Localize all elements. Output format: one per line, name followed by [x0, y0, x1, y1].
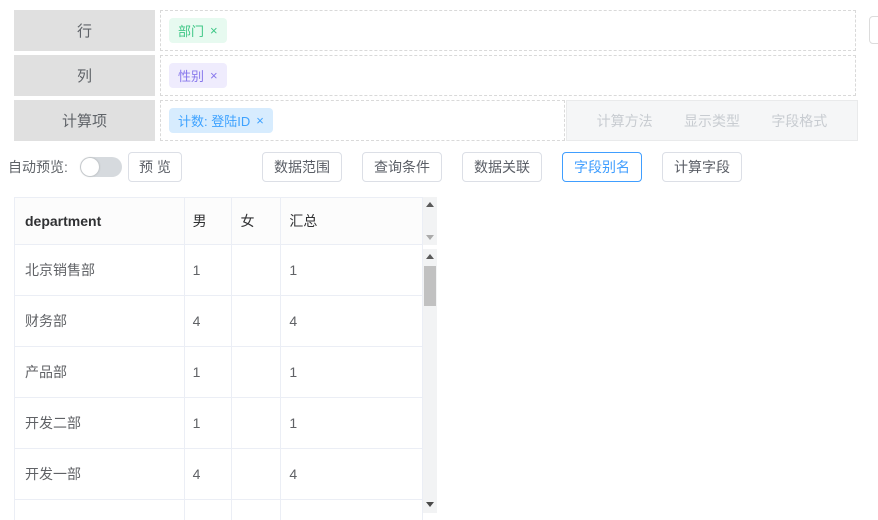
- cell-female: [232, 398, 281, 449]
- scroll-down-icon[interactable]: [426, 235, 434, 240]
- scrollbar-thumb[interactable]: [424, 266, 436, 306]
- cell-male: 1: [185, 398, 233, 449]
- cell-female: [232, 449, 281, 500]
- scroll-up-icon[interactable]: [426, 202, 434, 207]
- cell-department: 开发二部: [15, 398, 185, 449]
- table-row: 产品部 1 1: [14, 347, 423, 398]
- body-scrollbar[interactable]: [423, 249, 437, 513]
- table-row-partial: [14, 500, 423, 520]
- cell-total: 1: [281, 347, 423, 398]
- table-row: 开发一部 4 4: [14, 449, 423, 500]
- cell-total: [281, 500, 423, 520]
- col-header-female: 女: [232, 198, 281, 245]
- cell-department: 产品部: [15, 347, 185, 398]
- cell-male: 4: [185, 296, 233, 347]
- col-header-total: 汇总: [281, 198, 423, 245]
- cell-total: 4: [281, 449, 423, 500]
- query-condition-button[interactable]: 查询条件: [362, 152, 442, 182]
- cell-male: 1: [185, 245, 233, 296]
- col-header-male: 男: [185, 198, 233, 245]
- column-axis-dropzone[interactable]: 性别 ×: [160, 55, 856, 96]
- cell-female: [232, 245, 281, 296]
- measure-axis-dropzone[interactable]: 计数: 登陆ID ×: [160, 100, 565, 141]
- field-tag-text: 部门: [178, 21, 204, 40]
- calc-field-button[interactable]: 计算字段: [662, 152, 742, 182]
- field-tag-text: 性别: [178, 66, 204, 85]
- table-row: 财务部 4 4: [14, 296, 423, 347]
- preview-button[interactable]: 预 览: [128, 152, 182, 182]
- pivot-config-screen: 行 部门 × 列 性别 × 计算项 计数: 登陆ID × 计算方法 显示类型 字…: [0, 0, 878, 520]
- data-range-button[interactable]: 数据范围: [262, 152, 342, 182]
- measure-axis-label: 计算项: [14, 100, 155, 141]
- toggle-knob: [81, 158, 99, 176]
- cell-total: 1: [281, 398, 423, 449]
- cell-department: 财务部: [15, 296, 185, 347]
- field-format-button: 字段格式: [771, 111, 827, 131]
- row-axis-label: 行: [14, 10, 155, 51]
- row-axis-dropzone[interactable]: 部门 ×: [160, 10, 856, 51]
- cell-total: 1: [281, 245, 423, 296]
- cell-male: 4: [185, 449, 233, 500]
- table-header-row: department 男 女 汇总: [14, 197, 423, 245]
- cell-total: 4: [281, 296, 423, 347]
- field-tag-text: 计数: 登陆ID: [178, 111, 250, 130]
- table-row: 开发二部 1 1: [14, 398, 423, 449]
- column-axis-label: 列: [14, 55, 155, 96]
- cell-male: 1: [185, 347, 233, 398]
- scroll-down-icon[interactable]: [426, 502, 434, 507]
- field-tag-count-loginid[interactable]: 计数: 登陆ID ×: [169, 108, 273, 133]
- data-relation-button[interactable]: 数据关联: [462, 152, 542, 182]
- remove-tag-icon[interactable]: ×: [210, 68, 218, 83]
- cell-department: 北京销售部: [15, 245, 185, 296]
- remove-tag-icon[interactable]: ×: [210, 23, 218, 38]
- auto-preview-toggle[interactable]: [80, 157, 122, 177]
- field-tag-gender[interactable]: 性别 ×: [169, 63, 227, 88]
- preview-table: department 男 女 汇总 北京销售部 1 1 财务部 4 4 产品部 …: [14, 197, 423, 520]
- cell-female: [232, 347, 281, 398]
- remove-tag-icon[interactable]: ×: [256, 113, 264, 128]
- cell-female: [232, 500, 281, 520]
- cell-female: [232, 296, 281, 347]
- cell-department: 开发一部: [15, 449, 185, 500]
- col-header-department: department: [15, 198, 185, 245]
- scroll-up-icon[interactable]: [426, 254, 434, 259]
- auto-preview-label: 自动预览:: [8, 152, 68, 182]
- cell-department: [15, 500, 185, 520]
- field-tag-department[interactable]: 部门 ×: [169, 18, 227, 43]
- cell-male: [185, 500, 233, 520]
- collapsed-panel-handle[interactable]: [869, 16, 878, 44]
- table-row: 北京销售部 1 1: [14, 245, 423, 296]
- header-scrollbar[interactable]: [423, 197, 437, 245]
- calc-method-button: 计算方法: [597, 111, 653, 131]
- display-type-button: 显示类型: [684, 111, 740, 131]
- measure-actions-panel: 计算方法 显示类型 字段格式: [566, 100, 858, 141]
- field-alias-button[interactable]: 字段别名: [562, 152, 642, 182]
